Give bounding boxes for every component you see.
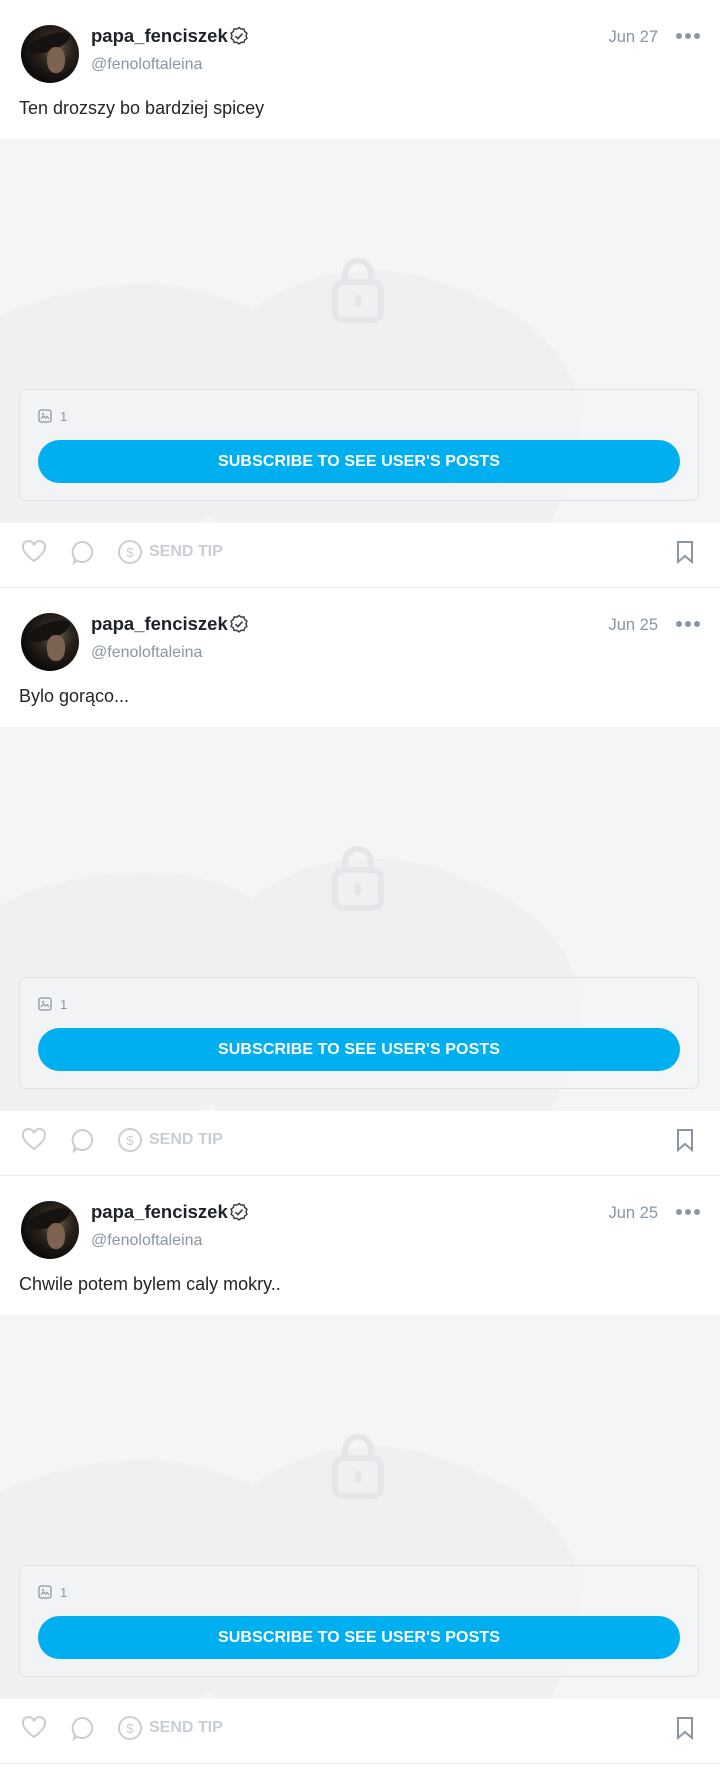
avatar[interactable] [21,613,79,671]
locked-media: 1 SUBSCRIBE TO SEE USER'S POSTS [0,727,720,1111]
post-date[interactable]: Jun 27 [608,28,658,47]
dollar-coin-icon: $ [118,1128,142,1152]
post: papa_fenciszek @fenoloftaleina Jun 27 Te… [0,0,720,588]
heart-icon[interactable] [21,1715,47,1741]
svg-text:$: $ [126,1133,134,1148]
image-icon [38,1585,52,1599]
subscribe-button[interactable]: SUBSCRIBE TO SEE USER'S POSTS [38,1028,680,1071]
feed: papa_fenciszek @fenoloftaleina Jun 27 Te… [0,0,720,1764]
subscribe-box: 1 SUBSCRIBE TO SEE USER'S POSTS [19,977,699,1089]
username[interactable]: papa_fenciszek [91,613,228,635]
locked-media: 1 SUBSCRIBE TO SEE USER'S POSTS [0,139,720,523]
subscribe-button[interactable]: SUBSCRIBE TO SEE USER'S POSTS [38,1616,680,1659]
post-date[interactable]: Jun 25 [608,1204,658,1223]
media-count-value: 1 [60,997,68,1012]
comment-icon[interactable] [69,1127,95,1153]
subscribe-button[interactable]: SUBSCRIBE TO SEE USER'S POSTS [38,440,680,483]
dollar-coin-icon: $ [118,1716,142,1740]
post-text: Ten drozszy bo bardziej spicey [19,98,265,118]
bookmark-icon[interactable] [672,1715,698,1741]
media-count-value: 1 [60,1585,68,1600]
post: papa_fenciszek @fenoloftaleina Jun 25 By… [0,588,720,1176]
verified-badge-icon [230,26,248,45]
heart-icon[interactable] [21,539,47,565]
send-tip-label: SEND TIP [149,543,223,560]
username[interactable]: papa_fenciszek [91,25,228,47]
handle[interactable]: @fenoloftaleina [91,1232,202,1250]
bookmark-icon[interactable] [672,539,698,565]
subscribe-box: 1 SUBSCRIBE TO SEE USER'S POSTS [19,389,699,501]
post-actions: $ SEND TIP [0,1699,720,1763]
comment-icon[interactable] [69,1715,95,1741]
send-tip-label: SEND TIP [149,1131,223,1148]
handle[interactable]: @fenoloftaleina [91,644,202,662]
dollar-coin-icon: $ [118,540,142,564]
post-header: papa_fenciszek @fenoloftaleina Jun 25 [0,588,720,678]
comment-icon[interactable] [69,539,95,565]
username[interactable]: papa_fenciszek [91,1201,228,1223]
more-dots-icon[interactable] [676,1209,700,1217]
subscribe-box: 1 SUBSCRIBE TO SEE USER'S POSTS [19,1565,699,1677]
image-icon [38,409,52,423]
svg-text:$: $ [126,545,134,560]
avatar[interactable] [21,1201,79,1259]
locked-media: 1 SUBSCRIBE TO SEE USER'S POSTS [0,1315,720,1699]
lock-icon [332,258,384,323]
post: papa_fenciszek @fenoloftaleina Jun 25 Ch… [0,1176,720,1764]
svg-text:$: $ [126,1721,134,1736]
media-count-value: 1 [60,409,68,424]
post-actions: $ SEND TIP [0,1111,720,1175]
more-dots-icon[interactable] [676,33,700,41]
post-text: Bylo gorąco... [19,686,130,706]
lock-icon [332,1434,384,1499]
verified-badge-icon [230,1202,248,1221]
avatar[interactable] [21,25,79,83]
heart-icon[interactable] [21,1127,47,1153]
handle[interactable]: @fenoloftaleina [91,56,202,74]
send-tip-button[interactable]: $ SEND TIP [117,1715,223,1741]
post-header: papa_fenciszek @fenoloftaleina Jun 25 [0,1176,720,1266]
image-icon [38,997,52,1011]
send-tip-label: SEND TIP [149,1719,223,1736]
lock-icon [332,846,384,911]
bookmark-icon[interactable] [672,1127,698,1153]
send-tip-button[interactable]: $ SEND TIP [117,539,223,565]
post-actions: $ SEND TIP [0,523,720,587]
verified-badge-icon [230,614,248,633]
post-text: Chwile potem bylem caly mokry.. [19,1274,281,1294]
post-date[interactable]: Jun 25 [608,616,658,635]
more-dots-icon[interactable] [676,621,700,629]
post-header: papa_fenciszek @fenoloftaleina Jun 27 [0,0,720,90]
send-tip-button[interactable]: $ SEND TIP [117,1127,223,1153]
